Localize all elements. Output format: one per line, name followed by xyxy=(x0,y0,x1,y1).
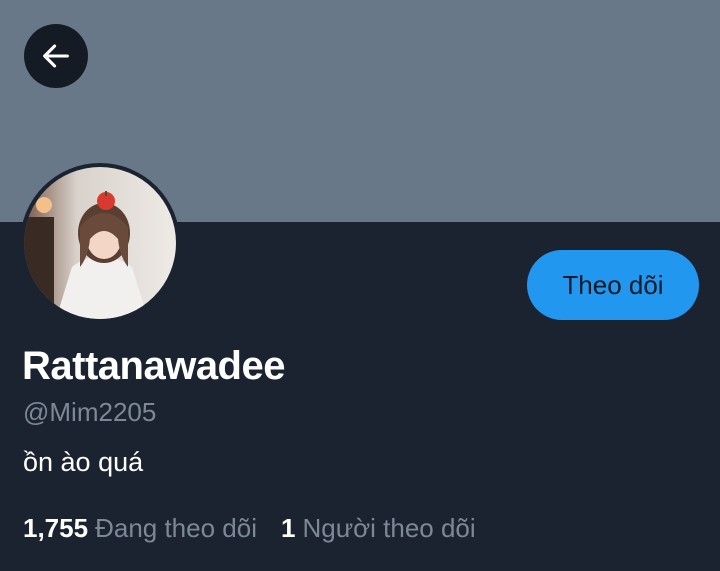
following-stat[interactable]: 1,755 Đang theo dõi xyxy=(23,513,257,544)
followers-label: Người theo dõi xyxy=(302,513,476,543)
avatar[interactable] xyxy=(20,163,180,323)
profile-bio: ồn ào quá xyxy=(23,447,144,477)
profile-stats: 1,755 Đang theo dõi 1 Người theo dõi xyxy=(23,513,476,544)
back-button[interactable] xyxy=(24,24,88,88)
follow-button[interactable]: Theo dõi xyxy=(527,250,699,320)
followers-count: 1 xyxy=(280,513,296,543)
arrow-left-icon xyxy=(43,44,69,68)
following-count: 1,755 xyxy=(23,513,89,543)
display-name: Rattanawadee xyxy=(22,344,285,388)
profile-page: Theo dõi Rattanawadee @Mim2205 ồn ào quá… xyxy=(0,0,720,571)
avatar-image xyxy=(24,167,176,319)
followers-stat[interactable]: 1 Người theo dõi xyxy=(281,513,476,544)
user-handle: @Mim2205 xyxy=(23,397,157,427)
following-label: Đang theo dõi xyxy=(95,513,257,543)
